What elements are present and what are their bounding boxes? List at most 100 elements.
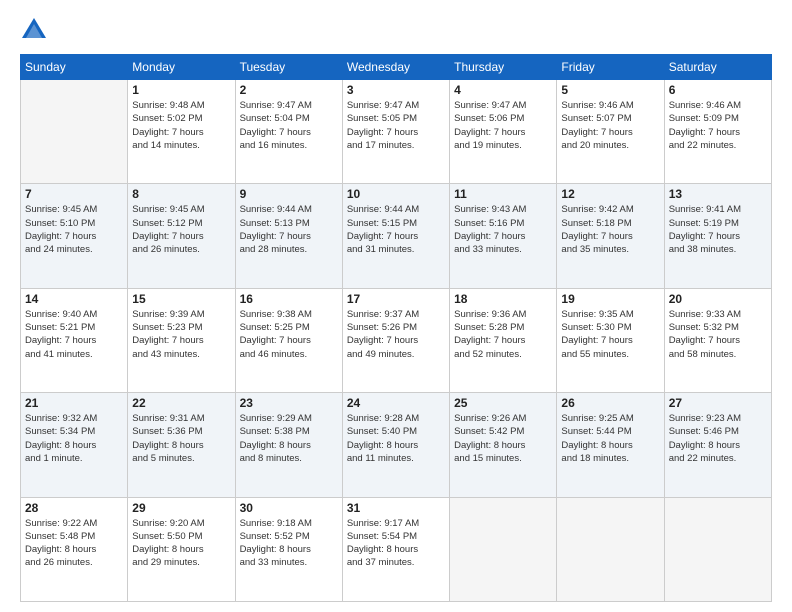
day-number: 24: [347, 396, 445, 410]
cell-info-line: Daylight: 8 hours: [454, 439, 552, 452]
calendar-cell: 11Sunrise: 9:43 AMSunset: 5:16 PMDayligh…: [450, 184, 557, 288]
cell-info-line: and 49 minutes.: [347, 348, 445, 361]
cell-info-line: Daylight: 7 hours: [561, 230, 659, 243]
cell-info-line: Daylight: 8 hours: [561, 439, 659, 452]
cell-info-line: and 33 minutes.: [454, 243, 552, 256]
calendar-cell: 15Sunrise: 9:39 AMSunset: 5:23 PMDayligh…: [128, 288, 235, 392]
cell-info-line: Sunset: 5:48 PM: [25, 530, 123, 543]
calendar-cell: 27Sunrise: 9:23 AMSunset: 5:46 PMDayligh…: [664, 393, 771, 497]
cell-info-line: Sunset: 5:19 PM: [669, 217, 767, 230]
weekday-header: Friday: [557, 55, 664, 80]
cell-info-line: Sunset: 5:28 PM: [454, 321, 552, 334]
calendar-cell: [557, 497, 664, 601]
calendar-cell: [664, 497, 771, 601]
cell-info-line: Sunset: 5:50 PM: [132, 530, 230, 543]
calendar-cell: [450, 497, 557, 601]
calendar-cell: 19Sunrise: 9:35 AMSunset: 5:30 PMDayligh…: [557, 288, 664, 392]
cell-info-line: and 15 minutes.: [454, 452, 552, 465]
cell-info-line: Daylight: 8 hours: [240, 543, 338, 556]
cell-info-line: and 41 minutes.: [25, 348, 123, 361]
cell-info-line: and 37 minutes.: [347, 556, 445, 569]
day-number: 27: [669, 396, 767, 410]
weekday-header: Saturday: [664, 55, 771, 80]
day-number: 19: [561, 292, 659, 306]
calendar-cell: 28Sunrise: 9:22 AMSunset: 5:48 PMDayligh…: [21, 497, 128, 601]
cell-info-line: and 33 minutes.: [240, 556, 338, 569]
cell-info-line: Sunset: 5:10 PM: [25, 217, 123, 230]
cell-info-line: and 22 minutes.: [669, 139, 767, 152]
day-number: 30: [240, 501, 338, 515]
calendar-cell: 26Sunrise: 9:25 AMSunset: 5:44 PMDayligh…: [557, 393, 664, 497]
day-number: 3: [347, 83, 445, 97]
cell-info-line: Sunrise: 9:18 AM: [240, 517, 338, 530]
day-number: 7: [25, 187, 123, 201]
cell-info-line: and 46 minutes.: [240, 348, 338, 361]
calendar-cell: 22Sunrise: 9:31 AMSunset: 5:36 PMDayligh…: [128, 393, 235, 497]
day-number: 21: [25, 396, 123, 410]
cell-info-line: and 24 minutes.: [25, 243, 123, 256]
calendar-cell: 17Sunrise: 9:37 AMSunset: 5:26 PMDayligh…: [342, 288, 449, 392]
cell-info-line: Daylight: 8 hours: [25, 439, 123, 452]
cell-info-line: Daylight: 7 hours: [240, 230, 338, 243]
cell-info-line: and 38 minutes.: [669, 243, 767, 256]
calendar-cell: 13Sunrise: 9:41 AMSunset: 5:19 PMDayligh…: [664, 184, 771, 288]
cell-info-line: Daylight: 7 hours: [454, 126, 552, 139]
cell-info-line: and 17 minutes.: [347, 139, 445, 152]
day-number: 31: [347, 501, 445, 515]
cell-info-line: Sunrise: 9:45 AM: [132, 203, 230, 216]
logo: [20, 16, 52, 44]
cell-info-line: Sunset: 5:16 PM: [454, 217, 552, 230]
cell-info-line: Sunrise: 9:28 AM: [347, 412, 445, 425]
cell-info-line: Sunrise: 9:44 AM: [347, 203, 445, 216]
cell-info-line: and 8 minutes.: [240, 452, 338, 465]
cell-info-line: Sunset: 5:44 PM: [561, 425, 659, 438]
cell-info-line: and 19 minutes.: [454, 139, 552, 152]
cell-info-line: Sunset: 5:30 PM: [561, 321, 659, 334]
cell-info-line: Sunset: 5:09 PM: [669, 112, 767, 125]
cell-info-line: Sunset: 5:15 PM: [347, 217, 445, 230]
cell-info-line: Daylight: 7 hours: [240, 334, 338, 347]
cell-info-line: Sunrise: 9:33 AM: [669, 308, 767, 321]
cell-info-line: and 22 minutes.: [669, 452, 767, 465]
cell-info-line: Sunset: 5:38 PM: [240, 425, 338, 438]
cell-info-line: Sunrise: 9:47 AM: [454, 99, 552, 112]
cell-info-line: Sunrise: 9:46 AM: [561, 99, 659, 112]
cell-info-line: Sunset: 5:04 PM: [240, 112, 338, 125]
cell-info-line: and 26 minutes.: [132, 243, 230, 256]
cell-info-line: Sunrise: 9:40 AM: [25, 308, 123, 321]
day-number: 14: [25, 292, 123, 306]
cell-info-line: Sunrise: 9:48 AM: [132, 99, 230, 112]
cell-info-line: Daylight: 8 hours: [132, 543, 230, 556]
cell-info-line: Daylight: 8 hours: [347, 543, 445, 556]
day-number: 10: [347, 187, 445, 201]
cell-info-line: and 14 minutes.: [132, 139, 230, 152]
cell-info-line: Sunset: 5:25 PM: [240, 321, 338, 334]
calendar-cell: 31Sunrise: 9:17 AMSunset: 5:54 PMDayligh…: [342, 497, 449, 601]
cell-info-line: Sunset: 5:52 PM: [240, 530, 338, 543]
cell-info-line: and 31 minutes.: [347, 243, 445, 256]
cell-info-line: Sunrise: 9:42 AM: [561, 203, 659, 216]
day-number: 6: [669, 83, 767, 97]
calendar-cell: 16Sunrise: 9:38 AMSunset: 5:25 PMDayligh…: [235, 288, 342, 392]
cell-info-line: Sunset: 5:34 PM: [25, 425, 123, 438]
cell-info-line: Sunrise: 9:39 AM: [132, 308, 230, 321]
cell-info-line: Sunrise: 9:44 AM: [240, 203, 338, 216]
cell-info-line: and 5 minutes.: [132, 452, 230, 465]
cell-info-line: Daylight: 7 hours: [347, 126, 445, 139]
day-number: 18: [454, 292, 552, 306]
calendar-cell: 20Sunrise: 9:33 AMSunset: 5:32 PMDayligh…: [664, 288, 771, 392]
day-number: 8: [132, 187, 230, 201]
cell-info-line: Daylight: 7 hours: [669, 230, 767, 243]
day-number: 22: [132, 396, 230, 410]
cell-info-line: Sunrise: 9:35 AM: [561, 308, 659, 321]
cell-info-line: Daylight: 8 hours: [669, 439, 767, 452]
cell-info-line: and 52 minutes.: [454, 348, 552, 361]
cell-info-line: Sunrise: 9:41 AM: [669, 203, 767, 216]
calendar-cell: 14Sunrise: 9:40 AMSunset: 5:21 PMDayligh…: [21, 288, 128, 392]
cell-info-line: Sunrise: 9:38 AM: [240, 308, 338, 321]
cell-info-line: Sunset: 5:02 PM: [132, 112, 230, 125]
calendar-cell: 23Sunrise: 9:29 AMSunset: 5:38 PMDayligh…: [235, 393, 342, 497]
calendar-cell: 25Sunrise: 9:26 AMSunset: 5:42 PMDayligh…: [450, 393, 557, 497]
cell-info-line: Sunset: 5:06 PM: [454, 112, 552, 125]
cell-info-line: and 26 minutes.: [25, 556, 123, 569]
